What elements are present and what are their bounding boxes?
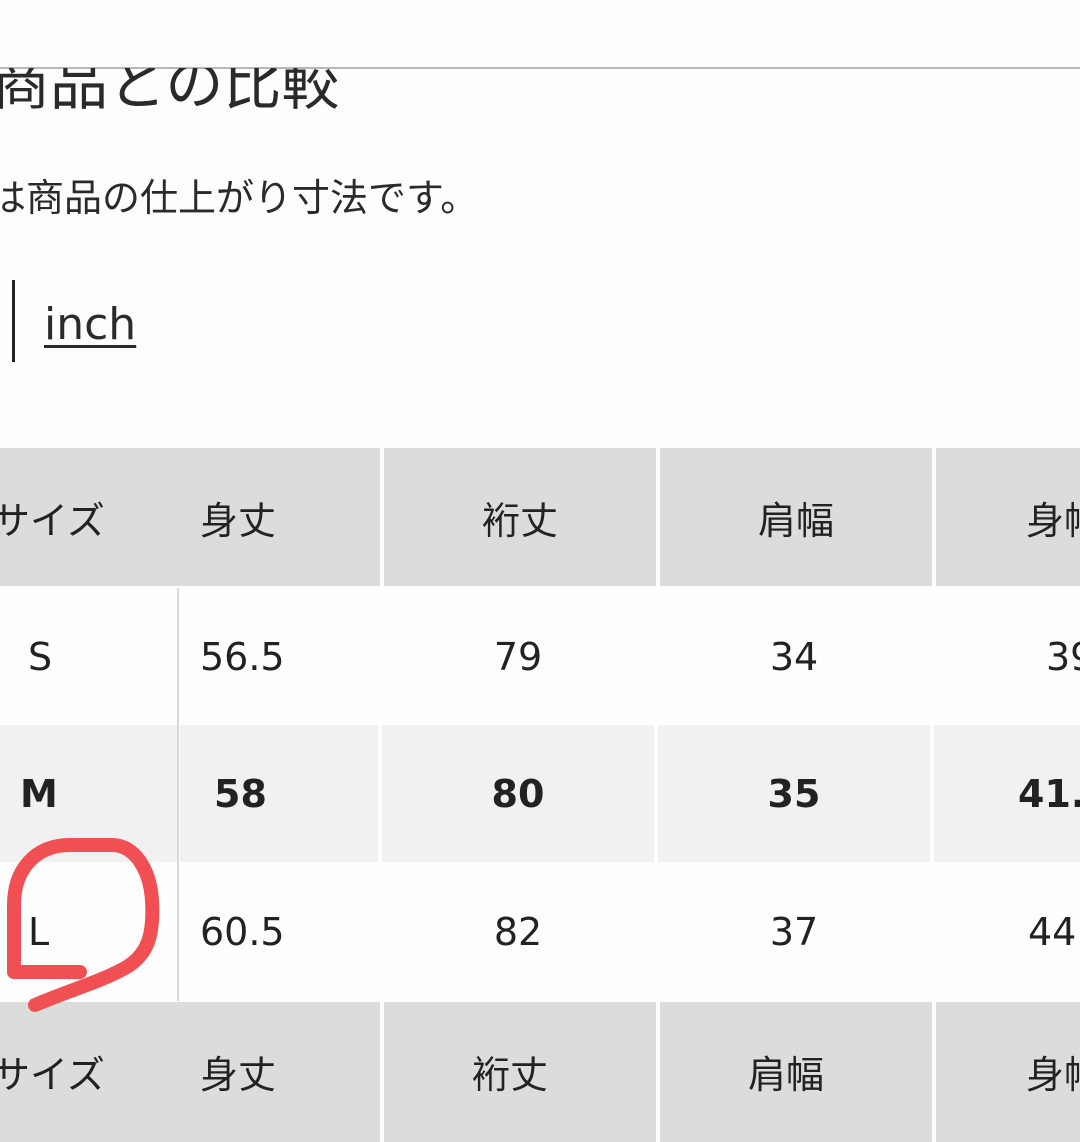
section-title: 入商品との比較 [0, 50, 340, 118]
body-length-cell: 60.5 [180, 862, 380, 1001]
header-cell-size-length: サイズ 身丈 [0, 1002, 380, 1142]
body-width-cell: 39 [932, 588, 1080, 725]
size-cell: L [0, 862, 178, 1001]
header-shoulder-width: 肩幅 [660, 448, 932, 586]
unit-separator [12, 280, 15, 362]
body-length-cell: 56.5 [180, 588, 380, 725]
sleeve-length-cell: 82 [380, 862, 656, 1001]
header-size: サイズ [0, 498, 105, 543]
size-cell: M [0, 725, 178, 862]
table-row-selected[interactable]: M 58 80 35 41. [0, 725, 1080, 862]
column-divider [177, 588, 179, 1001]
sleeve-length-cell: 80 [382, 725, 654, 862]
body-width-cell: 41. [934, 725, 1080, 862]
shoulder-width-cell: 34 [656, 588, 932, 725]
size-note: は商品の仕上がり寸法です。 [0, 176, 479, 220]
body-width-cell: 44 [932, 862, 1080, 1001]
sleeve-length-cell: 79 [380, 588, 656, 725]
body-length-cell: 58 [180, 725, 378, 862]
header-body-length: 身丈 [200, 498, 277, 543]
header-sleeve-length: 裄丈 [384, 1002, 656, 1142]
header-body-width: 身幅 [936, 448, 1080, 586]
table-footer-header-row: サイズ 身丈 裄丈 肩幅 身幅 [0, 1002, 1080, 1142]
header-cell-size-length: サイズ 身丈 [0, 448, 380, 586]
shoulder-width-cell: 35 [658, 725, 930, 862]
table-row[interactable]: S 56.5 79 34 39 [0, 588, 1080, 725]
inch-unit-link[interactable]: inch [44, 300, 136, 350]
header-sleeve-length: 裄丈 [384, 448, 656, 586]
size-cell: S [0, 588, 178, 725]
shoulder-width-cell: 37 [656, 862, 932, 1001]
header-shoulder-width: 肩幅 [660, 1002, 932, 1142]
table-header-row: サイズ 身丈 裄丈 肩幅 身幅 [0, 448, 1080, 586]
header-body-width: 身幅 [936, 1002, 1080, 1142]
table-row[interactable]: L 60.5 82 37 44 [0, 862, 1080, 1001]
